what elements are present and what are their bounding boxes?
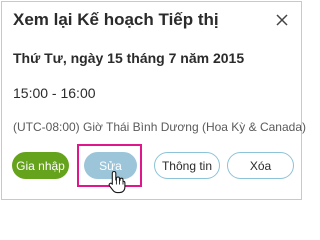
info-button[interactable]: Thông tin [154, 152, 220, 179]
meeting-date: Thứ Tư, ngày 15 tháng 7 năm 2015 [13, 50, 245, 66]
hand-pointer-icon [108, 170, 126, 194]
join-button[interactable]: Gia nhập [12, 152, 69, 179]
meeting-time: 15:00 - 16:00 [13, 85, 96, 101]
delete-button[interactable]: Xóa [227, 152, 294, 179]
meeting-title: Xem lại Kế hoạch Tiếp thị [13, 10, 219, 29]
close-button[interactable] [272, 10, 292, 30]
meeting-timezone: (UTC-08:00) Giờ Thái Bình Dương (Hoa Kỳ … [13, 120, 306, 134]
close-icon [276, 14, 288, 26]
